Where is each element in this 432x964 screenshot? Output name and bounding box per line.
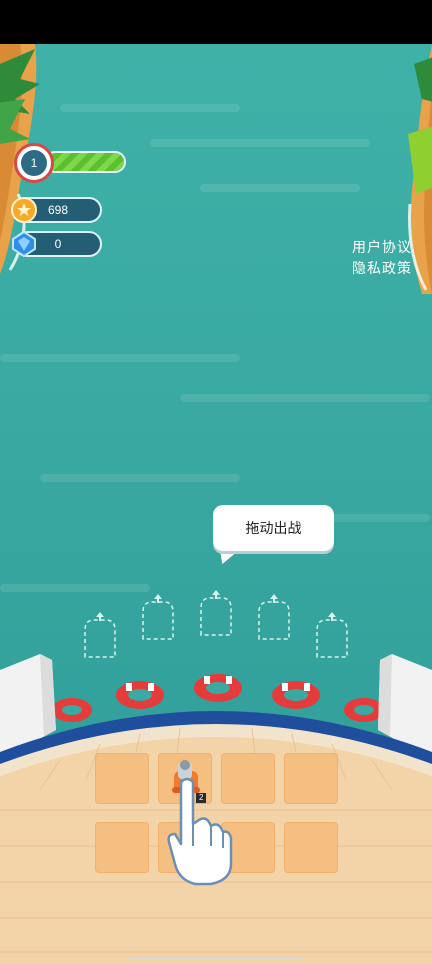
level-progress-bar [44, 151, 126, 173]
level-number: 1 [21, 150, 47, 176]
home-indicator [130, 957, 302, 960]
tutorial-speech-bubble: 拖动出战 [213, 505, 334, 551]
user-agreement-link[interactable]: 用户协议 [352, 237, 412, 257]
deploy-slot-2[interactable] [140, 594, 176, 640]
coin-counter: 698 [11, 197, 102, 223]
coin-count: 698 [47, 203, 69, 217]
life-ring-icon [116, 681, 164, 709]
deploy-slot-3[interactable] [198, 590, 234, 636]
tutorial-text: 拖动出战 [245, 520, 302, 536]
gem-count: 0 [54, 237, 62, 251]
life-ring-icon [52, 698, 92, 722]
gem-counter: 0 [12, 230, 102, 258]
life-ring-icon [344, 698, 384, 722]
status-bar [0, 0, 432, 44]
grid-cell-5[interactable] [95, 822, 149, 873]
life-ring-icon [272, 681, 320, 709]
grid-cell-1[interactable] [95, 753, 149, 804]
life-ring-icon [194, 674, 242, 702]
grid-cell-8[interactable] [284, 822, 338, 873]
gem-icon [12, 230, 36, 258]
level-badge: 1 [14, 143, 54, 183]
coin-icon [11, 197, 37, 223]
privacy-policy-link[interactable]: 隐私政策 [352, 258, 412, 278]
grid-cell-4[interactable] [284, 753, 338, 804]
deploy-slot-4[interactable] [256, 594, 292, 640]
pointing-hand-icon [167, 777, 233, 886]
level-progress-fill [46, 153, 124, 171]
